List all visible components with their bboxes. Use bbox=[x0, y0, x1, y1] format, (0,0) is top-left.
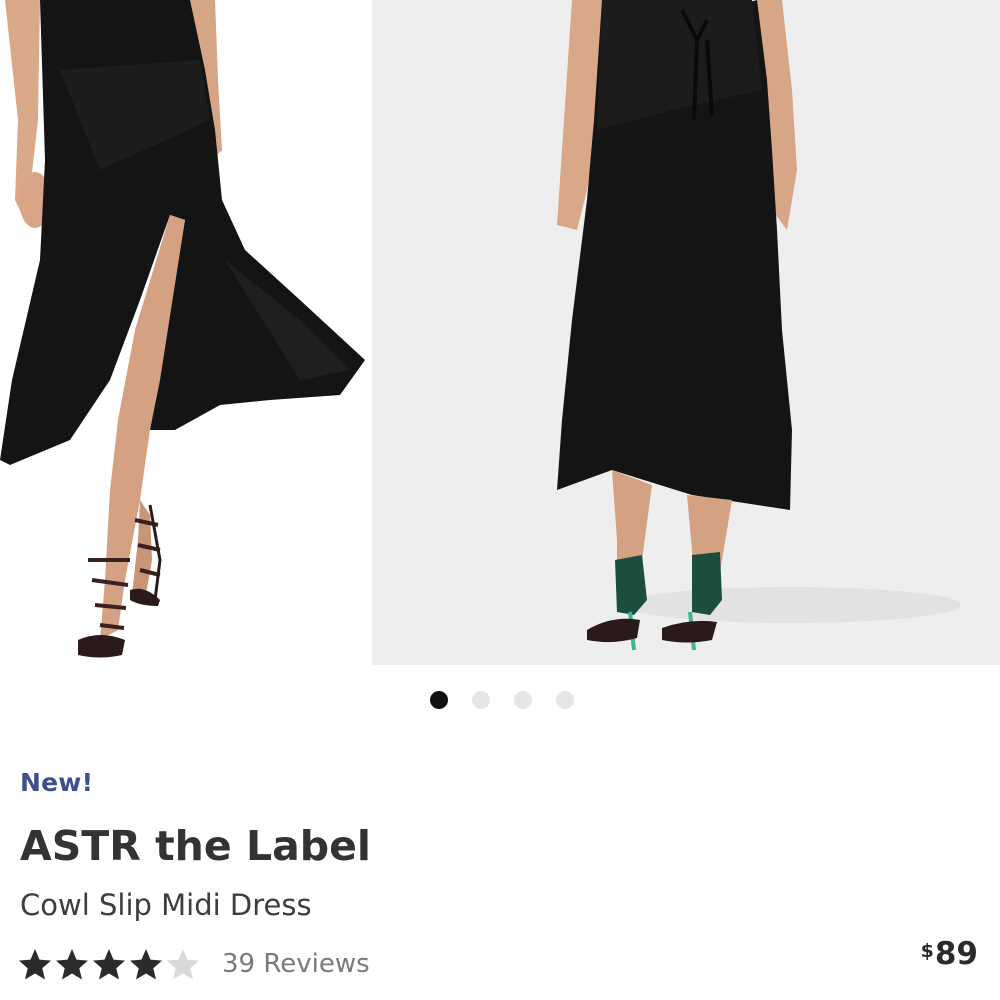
carousel-dot-1[interactable] bbox=[430, 691, 448, 709]
carousel-pagination bbox=[430, 691, 574, 709]
price-value: 89 bbox=[934, 936, 978, 972]
star-filled-icon bbox=[18, 948, 52, 981]
star-empty-icon bbox=[166, 948, 200, 981]
price-currency: $ bbox=[920, 940, 934, 962]
reviews-link[interactable]: 39 Reviews bbox=[222, 949, 370, 979]
star-filled-icon bbox=[92, 948, 126, 981]
product-page: New! ASTR the Label Cowl Slip Midi Dress… bbox=[0, 0, 1000, 1000]
product-image-back[interactable] bbox=[372, 0, 960, 665]
star-filled-icon bbox=[129, 948, 163, 981]
star-filled-icon bbox=[55, 948, 89, 981]
price: $ 89 bbox=[921, 936, 978, 972]
new-badge: New! bbox=[20, 768, 94, 797]
rating-row[interactable]: 39 Reviews bbox=[18, 940, 370, 988]
product-name: Cowl Slip Midi Dress bbox=[20, 888, 312, 922]
carousel-dot-4[interactable] bbox=[556, 691, 574, 709]
image-carousel[interactable] bbox=[0, 0, 1000, 665]
brand-name[interactable]: ASTR the Label bbox=[20, 822, 371, 870]
star-rating bbox=[18, 948, 200, 981]
product-image-front[interactable] bbox=[0, 0, 372, 665]
carousel-dot-3[interactable] bbox=[514, 691, 532, 709]
product-image-next[interactable] bbox=[960, 0, 1000, 665]
carousel-dot-2[interactable] bbox=[472, 691, 490, 709]
